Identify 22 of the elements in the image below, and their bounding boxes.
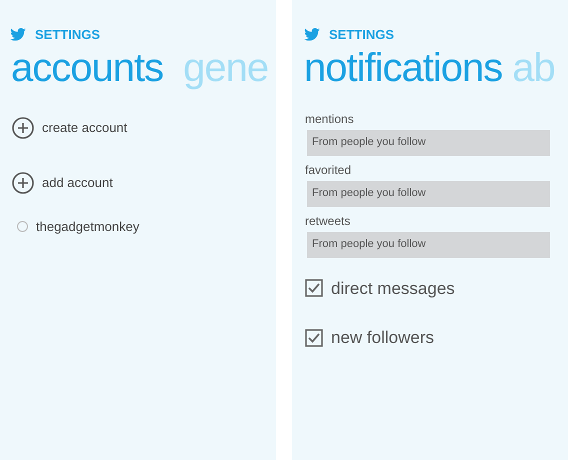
checkbox[interactable] xyxy=(305,328,323,347)
app-title: SETTINGS xyxy=(35,26,100,44)
radio-button[interactable] xyxy=(17,220,28,232)
bird-icon xyxy=(304,28,320,42)
field-label: mentions xyxy=(305,110,355,126)
checkbox-label: new followers xyxy=(331,327,434,349)
dropdown[interactable]: From people you follow xyxy=(307,130,550,156)
checkbox[interactable] xyxy=(305,279,323,298)
bird-icon xyxy=(10,28,26,42)
field-label: favorited xyxy=(305,162,352,178)
dropdown[interactable]: From people you follow xyxy=(307,232,550,258)
checkbox-label: direct messages xyxy=(331,278,455,300)
account-name: thegadgetmonkey xyxy=(36,218,140,236)
app-title: SETTINGS xyxy=(329,26,394,44)
dropdown[interactable]: From people you follow xyxy=(307,180,550,206)
pivot-tab[interactable]: notifications xyxy=(304,42,502,92)
pivot-tab[interactable]: accounts xyxy=(11,42,164,92)
field-label: retweets xyxy=(305,212,352,228)
plus-circle-icon xyxy=(12,116,34,138)
create-account-link[interactable]: create account xyxy=(12,116,128,138)
add-account-link[interactable]: add account xyxy=(12,172,113,194)
plus-circle-icon xyxy=(12,172,34,194)
